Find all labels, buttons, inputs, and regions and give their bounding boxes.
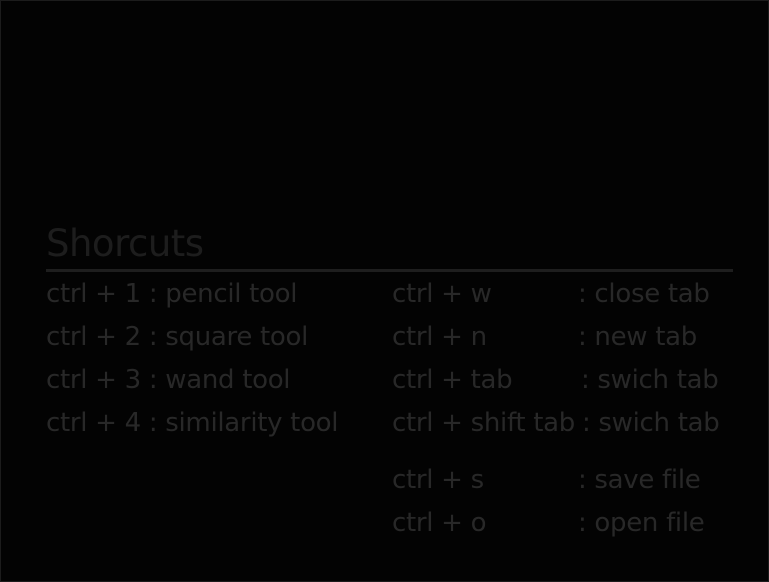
shortcut-new-tab-keys: ctrl + n (392, 322, 487, 352)
shortcut-switch-tab-back-keys: ctrl + shift tab (392, 408, 575, 438)
shortcut-switch-tab-action: : swich tab (581, 365, 719, 395)
shortcut-pencil-tool: ctrl + 1 : pencil tool (46, 279, 298, 309)
title-divider (46, 269, 733, 272)
shortcut-similarity-tool: ctrl + 4 : similarity tool (46, 408, 339, 438)
shortcut-switch-tab-keys: ctrl + tab (392, 365, 513, 395)
shortcut-close-tab-action: : close tab (578, 279, 710, 309)
shortcut-open-file-keys: ctrl + o (392, 508, 487, 538)
shortcut-switch-tab-back-action: : swich tab (582, 408, 720, 438)
shortcut-wand-tool: ctrl + 3 : wand tool (46, 365, 291, 395)
shortcuts-panel: Shorcuts ctrl + 1 : pencil tool ctrl + 2… (0, 0, 769, 582)
shortcuts-title: Shorcuts (46, 222, 204, 265)
shortcut-close-tab-keys: ctrl + w (392, 279, 492, 309)
shortcut-save-file-keys: ctrl + s (392, 465, 484, 495)
shortcut-square-tool: ctrl + 2 : square tool (46, 322, 309, 352)
shortcut-save-file-action: : save file (578, 465, 701, 495)
shortcut-new-tab-action: : new tab (578, 322, 697, 352)
shortcut-open-file-action: : open file (578, 508, 705, 538)
